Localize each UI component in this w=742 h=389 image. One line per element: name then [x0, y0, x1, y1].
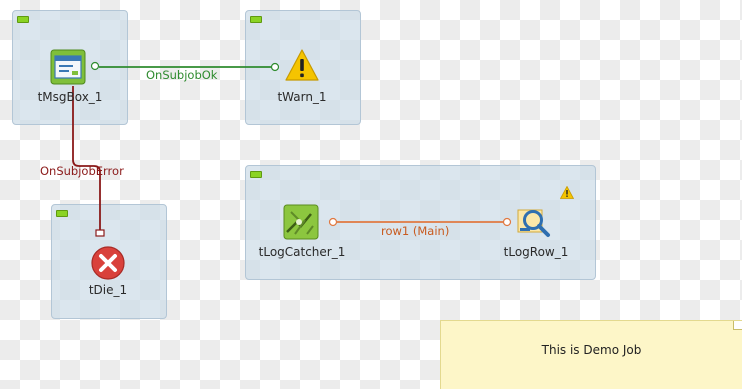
onsubjoberror-label: OnSubjobError: [40, 164, 124, 178]
warn-component-icon[interactable]: [284, 48, 320, 84]
link-onsubjoberror[interactable]: [72, 86, 105, 237]
note-fold-corner: [733, 321, 742, 330]
msgbox-component-icon[interactable]: [50, 49, 86, 85]
logcatcher-label: tLogCatcher_1: [258, 245, 346, 259]
design-canvas[interactable]: tMsgBox_1 tWarn_1 tDie_1 tLogCatcher_1 t…: [0, 0, 742, 389]
logrow-label: tLogRow_1: [503, 245, 569, 259]
row1-main-label: row1 (Main): [381, 224, 450, 238]
logcatcher-component-icon[interactable]: [283, 204, 319, 240]
die-component-icon[interactable]: [90, 245, 126, 281]
note-text: This is Demo Job: [541, 343, 642, 357]
warn-label: tWarn_1: [277, 90, 327, 104]
die-label: tDie_1: [88, 283, 128, 297]
note[interactable]: This is Demo Job: [440, 320, 742, 389]
onsubjobok-label: OnSubjobOk: [146, 68, 218, 82]
msgbox-label: tMsgBox_1: [37, 90, 103, 104]
logrow-component-icon[interactable]: [516, 204, 552, 240]
